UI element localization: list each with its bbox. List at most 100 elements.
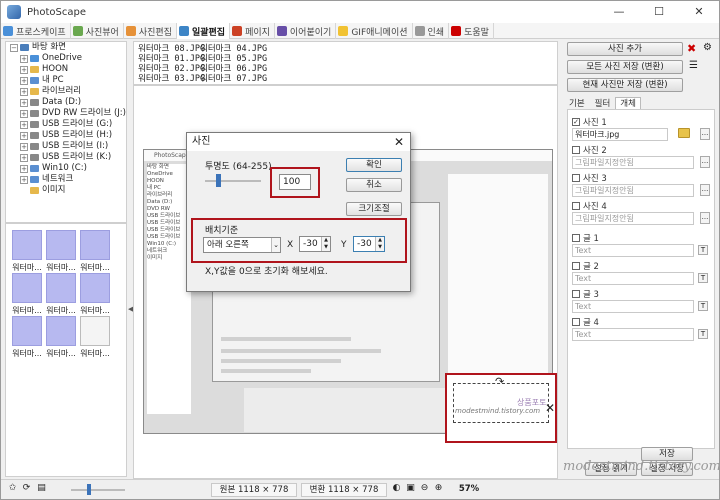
text-style-icon[interactable]: T — [698, 329, 708, 339]
tab-3[interactable]: 일괄편집 — [176, 23, 231, 39]
maximize-button[interactable]: ☐ — [639, 1, 679, 23]
tree-item[interactable]: 이미지 — [6, 185, 126, 196]
thumbnail[interactable]: 워터마... — [12, 273, 42, 317]
tree-item[interactable]: + HOON — [6, 64, 126, 75]
expand-icon[interactable]: + — [20, 164, 28, 173]
text-field[interactable]: Text — [572, 300, 694, 313]
thumbnail[interactable]: 워터마... — [46, 316, 76, 360]
text-row[interactable]: 글 3 — [572, 288, 599, 300]
tab-5[interactable]: 이어붙이기 — [275, 23, 337, 39]
text-field[interactable]: Text — [572, 328, 694, 341]
photo-file-field[interactable]: 그림파일지정안됨 — [572, 212, 694, 225]
browse-button[interactable]: ... — [700, 128, 710, 140]
slider-thumb[interactable] — [87, 484, 91, 495]
tree-item[interactable]: + 라이브러리 — [6, 86, 126, 97]
tree-item[interactable]: + 내 PC — [6, 75, 126, 86]
tab-4[interactable]: 페이지 — [230, 23, 275, 39]
rotate-handle-icon[interactable]: ↷ — [495, 375, 504, 388]
photo-checkbox[interactable] — [572, 202, 580, 210]
expand-icon[interactable]: + — [20, 153, 28, 162]
remove-watermark-icon[interactable]: ✕ — [545, 401, 555, 415]
file-item[interactable]: 워터마크 03.JPG — [138, 74, 205, 84]
compare-icon[interactable]: ◐ — [391, 483, 402, 494]
photo-checkbox[interactable] — [572, 146, 580, 154]
opacity-input[interactable]: 100 — [279, 174, 311, 190]
thumbnail[interactable]: 워터마... — [80, 316, 110, 360]
add-photo-button[interactable]: 사진 추가 — [567, 42, 683, 56]
expand-icon[interactable] — [20, 187, 28, 195]
photo-checkbox[interactable] — [572, 174, 580, 182]
browse-button[interactable]: ... — [700, 212, 710, 224]
file-item[interactable]: 워터마크 08.JPG — [138, 44, 205, 54]
tree-item[interactable]: + DVD RW 드라이브 (J:) — [6, 108, 126, 119]
expand-icon[interactable]: + — [20, 87, 28, 96]
expand-icon[interactable]: + — [20, 131, 28, 140]
opacity-slider[interactable] — [205, 180, 261, 182]
zoom-out-icon[interactable]: ⊖ — [419, 483, 430, 494]
expand-icon[interactable]: + — [20, 142, 28, 151]
photo-file-field[interactable]: 그림파일지정안됨 — [572, 184, 694, 197]
thumbnail[interactable]: 워터마... — [80, 273, 110, 317]
text-checkbox[interactable] — [572, 290, 580, 298]
tab-7[interactable]: 인쇄 — [413, 23, 450, 39]
settings-icon[interactable]: ⚙ — [703, 42, 712, 53]
resize-button[interactable]: 크기조절 — [346, 202, 402, 216]
folder-tree[interactable]: − 바탕 화면 + OneDrive + HOON + 내 PC + 라이브러리 + Data (D:… — [5, 41, 127, 223]
tab-8[interactable]: 도움말 — [449, 23, 494, 39]
rotate-icon[interactable]: ⟳ — [21, 483, 32, 494]
delete-icon[interactable]: ✖ — [687, 42, 696, 55]
tree-item[interactable]: + 네트워크 — [6, 174, 126, 185]
photo-row[interactable]: 사진 3 — [572, 172, 607, 184]
tab-1[interactable]: 사진뷰어 — [71, 23, 124, 39]
file-item[interactable]: 워터마크 07.JPG — [200, 74, 267, 84]
tree-item[interactable]: + Data (D:) — [6, 97, 126, 108]
star-icon[interactable]: ✩ — [7, 483, 18, 494]
text-checkbox[interactable] — [572, 234, 580, 242]
text-row[interactable]: 글 4 — [572, 316, 599, 328]
photo-file-field[interactable]: 워터마크.jpg — [572, 128, 668, 141]
tree-item[interactable]: + OneDrive — [6, 53, 126, 64]
browse-button[interactable]: ... — [700, 156, 710, 168]
photo-file-field[interactable]: 그림파일지정안됨 — [572, 156, 694, 169]
zoom-in-icon[interactable]: ⊕ — [433, 483, 444, 494]
thumb-size-slider[interactable] — [71, 489, 125, 491]
x-input[interactable]: -30 ▲ ▼ — [299, 236, 331, 252]
file-item[interactable]: 워터마크 06.JPG — [200, 64, 267, 74]
thumbnail[interactable]: 워터마... — [80, 230, 110, 274]
expand-icon[interactable]: + — [20, 65, 28, 74]
expand-icon[interactable]: + — [20, 175, 28, 184]
file-list[interactable]: 워터마크 08.JPG 워터마크 01.JPG 워터마크 02.JPG 워터마크 03… — [133, 41, 558, 85]
expand-icon[interactable]: + — [20, 76, 28, 85]
thumbnail-panel[interactable]: 워터마... 워터마... 워터마... 워터마... 워터마... 워터마... 워터마.… — [5, 223, 127, 477]
tab-6[interactable]: GIF애니메이션 — [336, 23, 413, 39]
text-style-icon[interactable]: T — [698, 245, 708, 255]
text-style-icon[interactable]: T — [698, 301, 708, 311]
text-field[interactable]: Text — [572, 244, 694, 257]
minimize-button[interactable]: — — [599, 1, 639, 23]
tree-item[interactable]: − 바탕 화면 — [6, 42, 126, 53]
file-item[interactable]: 워터마크 02.JPG — [138, 64, 205, 74]
chevron-down-icon[interactable]: ⌄ — [271, 238, 280, 252]
tree-item[interactable]: + USB 드라이브 (H:) — [6, 130, 126, 141]
folder-open-icon[interactable] — [678, 128, 690, 138]
thumbnail[interactable]: 워터마... — [12, 316, 42, 360]
expand-icon[interactable]: + — [20, 120, 28, 129]
tree-item[interactable]: + USB 드라이브 (G:) — [6, 119, 126, 130]
tab-0[interactable]: 프로스케이프 — [1, 23, 71, 39]
file-item[interactable]: 워터마크 01.JPG — [138, 54, 205, 64]
expand-icon[interactable]: + — [20, 54, 28, 63]
list-icon[interactable]: ☰ — [689, 60, 698, 71]
text-row[interactable]: 글 2 — [572, 260, 599, 272]
photo-row[interactable]: 사진 2 — [572, 144, 607, 156]
ok-button[interactable]: 확인 — [346, 158, 402, 172]
text-field[interactable]: Text — [572, 272, 694, 285]
photo-checkbox[interactable]: ✓ — [572, 118, 580, 126]
fit-icon[interactable]: ▣ — [405, 483, 416, 494]
tab-basic[interactable]: 기본 — [564, 97, 590, 109]
tab-object[interactable]: 개체 — [615, 97, 641, 109]
thumbnail[interactable]: 워터마... — [46, 273, 76, 317]
opacity-slider-thumb[interactable] — [215, 174, 221, 187]
close-button[interactable]: ✕ — [679, 1, 719, 23]
thumbnail[interactable]: 워터마... — [12, 230, 42, 274]
tree-item[interactable]: + USB 드라이브 (I:) — [6, 141, 126, 152]
